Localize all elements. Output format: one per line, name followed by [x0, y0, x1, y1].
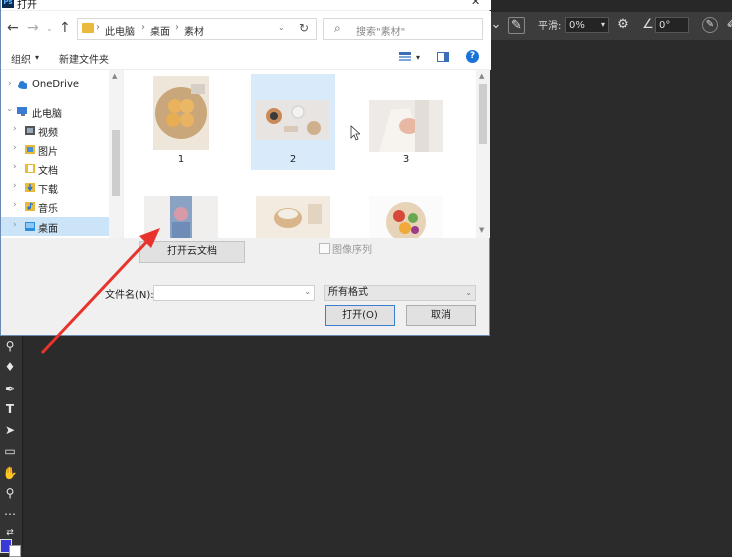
annotation-arrow: [40, 228, 160, 355]
